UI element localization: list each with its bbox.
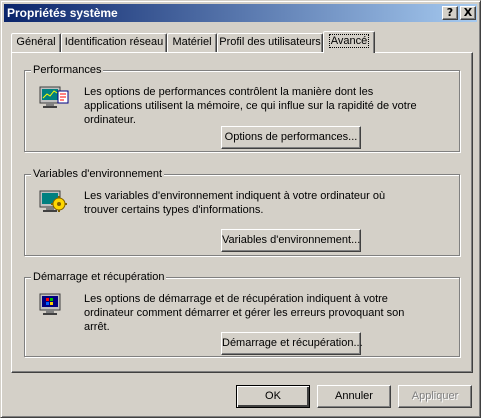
environment-variables-icon xyxy=(39,190,67,212)
window-title: Propriétés système xyxy=(7,6,118,20)
tab-advanced[interactable]: Avancé xyxy=(323,31,375,53)
group-title: Démarrage et récupération xyxy=(31,270,167,284)
startup-recovery-icon xyxy=(39,293,61,315)
group-title: Variables d'environnement xyxy=(31,167,165,181)
tab-general[interactable]: Général xyxy=(11,33,61,52)
environment-variables-description: Les variables d'environnement indiquent … xyxy=(84,190,386,216)
apply-button[interactable]: Appliquer xyxy=(398,385,472,408)
environment-variables-button[interactable]: Variables d'environnement... xyxy=(221,229,361,252)
performance-options-button[interactable]: Options de performances... xyxy=(221,126,361,149)
startup-recovery-button[interactable]: Démarrage et récupération... xyxy=(221,332,363,355)
tab-hardware[interactable]: Matériel xyxy=(167,33,217,52)
advanced-tab-panel: Performances Les options de performances… xyxy=(11,52,473,373)
group-title: Performances xyxy=(31,63,104,77)
performance-monitor-icon xyxy=(39,86,69,108)
help-button[interactable]: ? xyxy=(442,6,458,20)
startup-recovery-group: Démarrage et récupération Les options de… xyxy=(24,270,460,357)
ok-button[interactable]: OK xyxy=(236,385,310,408)
environment-variables-group: Variables d'environnement Les variables … xyxy=(24,167,460,256)
close-button[interactable]: X xyxy=(460,6,476,20)
performance-group: Performances Les options de performances… xyxy=(24,63,460,152)
tab-user-profiles[interactable]: Profil des utilisateurs xyxy=(217,33,323,52)
title-bar[interactable]: Propriétés système ? X xyxy=(4,4,477,22)
system-properties-dialog: Propriétés système ? X Général Identific… xyxy=(0,0,481,418)
startup-recovery-description: Les options de démarrage et de récupérat… xyxy=(84,293,405,333)
performance-description: Les options de performances contrôlent l… xyxy=(84,86,417,126)
tab-network-identification[interactable]: Identification réseau xyxy=(61,33,167,52)
cancel-button[interactable]: Annuler xyxy=(317,385,391,408)
